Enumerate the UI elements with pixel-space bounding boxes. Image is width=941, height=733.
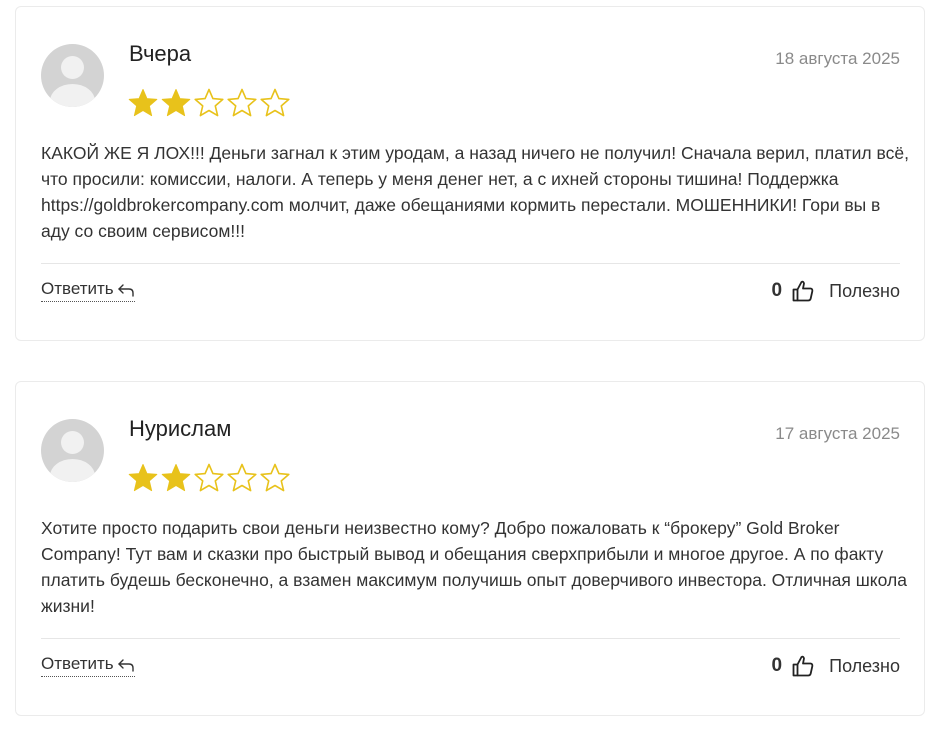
- star-filled-icon: [127, 462, 159, 494]
- divider: [41, 263, 900, 264]
- star-empty-icon: [259, 87, 291, 119]
- star-filled-icon: [160, 87, 192, 119]
- thumbs-up-icon[interactable]: [791, 654, 815, 678]
- review-author: Вчера: [129, 41, 192, 66]
- reply-arrow-icon: [117, 657, 135, 672]
- review-author: Нурислам: [129, 416, 232, 441]
- helpful-button[interactable]: Полезно: [829, 281, 900, 302]
- helpful-button[interactable]: Полезно: [829, 656, 900, 677]
- thumbs-up-icon[interactable]: [791, 279, 815, 303]
- avatar: [41, 44, 104, 107]
- review-card: Нурислам 17 августа 2025 Хотите просто п…: [15, 381, 925, 716]
- avatar-body-shape: [50, 84, 95, 107]
- review-date: 18 августа 2025: [775, 49, 900, 68]
- reviews-page: Вчера 18 августа 2025 КАКОЙ ЖЕ Я ЛОХ!!! …: [0, 0, 941, 733]
- reply-button[interactable]: Ответить: [41, 654, 135, 677]
- avatar-body-shape: [50, 459, 95, 482]
- divider: [41, 638, 900, 639]
- star-filled-icon: [127, 87, 159, 119]
- review-text: Хотите просто подарить свои деньги неизв…: [41, 518, 907, 616]
- helpful-count: 0: [771, 655, 783, 676]
- reply-label: Ответить: [41, 654, 114, 673]
- review-date: 17 августа 2025: [775, 424, 900, 443]
- rating-stars: [127, 462, 292, 494]
- reply-label: Ответить: [41, 279, 114, 298]
- star-empty-icon: [259, 462, 291, 494]
- star-filled-icon: [160, 462, 192, 494]
- review-card: Вчера 18 августа 2025 КАКОЙ ЖЕ Я ЛОХ!!! …: [15, 6, 925, 341]
- reply-arrow-icon: [117, 282, 135, 297]
- helpful-section: 0 Полезно: [772, 277, 900, 305]
- avatar-head-shape: [61, 56, 84, 79]
- helpful-section: 0 Полезно: [772, 652, 900, 680]
- rating-stars: [127, 87, 292, 119]
- review-text: КАКОЙ ЖЕ Я ЛОХ!!! Деньги загнал к этим у…: [41, 143, 909, 241]
- avatar-head-shape: [61, 431, 84, 454]
- helpful-count: 0: [771, 280, 783, 301]
- star-empty-icon: [193, 462, 225, 494]
- star-empty-icon: [226, 462, 258, 494]
- reply-button[interactable]: Ответить: [41, 279, 135, 302]
- star-empty-icon: [193, 87, 225, 119]
- star-empty-icon: [226, 87, 258, 119]
- avatar: [41, 419, 104, 482]
